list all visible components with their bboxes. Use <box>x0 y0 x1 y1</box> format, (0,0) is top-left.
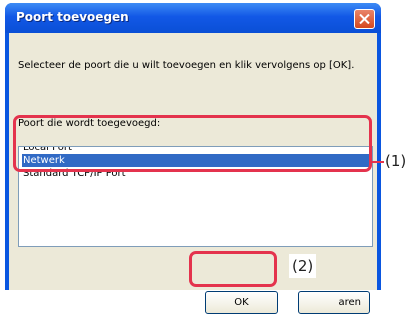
cancel-button[interactable]: aren <box>298 291 370 314</box>
port-list-highlight <box>13 115 372 172</box>
ok-button-highlight <box>189 251 277 287</box>
title-bar: Poort toevoegen <box>5 3 381 33</box>
window-title: Poort toevoegen <box>16 10 129 24</box>
close-icon <box>359 14 370 24</box>
ok-button[interactable]: OK <box>205 291 278 314</box>
callout-1-leader <box>371 161 384 163</box>
instruction-text: Selecteer de poort die u wilt toevoegen … <box>18 60 355 71</box>
callout-1-label: (1) <box>385 152 407 170</box>
callout-2-label: (2) <box>289 254 317 278</box>
close-button[interactable] <box>354 9 375 29</box>
